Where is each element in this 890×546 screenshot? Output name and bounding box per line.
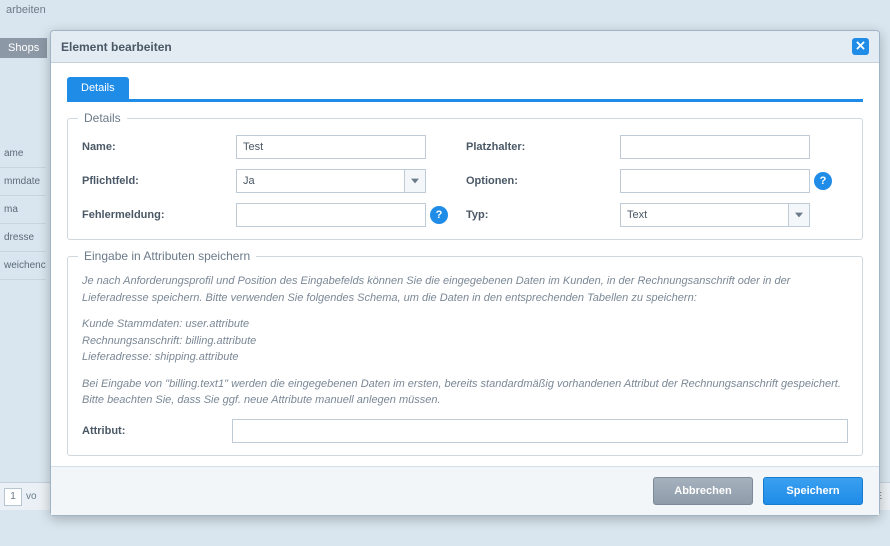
close-button[interactable]	[852, 38, 869, 55]
pflichtfeld-value[interactable]	[236, 169, 404, 193]
bg-page-prefix: vo	[26, 491, 37, 502]
optionen-input[interactable]	[620, 169, 810, 193]
typ-trigger[interactable]	[788, 203, 810, 227]
bg-top-tab: arbeiten	[0, 0, 52, 20]
help-p2: Bei Eingabe von "billing.text1" werden d…	[82, 376, 848, 409]
chevron-down-icon	[411, 175, 419, 187]
bg-sidebar: ame mmdate ma dresse weichenc	[0, 140, 46, 280]
fehlermeldung-input[interactable]	[236, 203, 426, 227]
dialog-header: Element bearbeiten	[51, 31, 879, 63]
fieldset-save-attributes: Eingabe in Attributen speichern Je nach …	[67, 256, 863, 456]
cancel-button[interactable]: Abbrechen	[653, 477, 753, 505]
help-line-user: Kunde Stammdaten: user.attribute	[82, 316, 848, 333]
name-input[interactable]	[236, 135, 426, 159]
label-attribut: Attribut:	[82, 425, 232, 437]
chevron-down-icon	[795, 209, 803, 221]
label-pflichtfeld: Pflichtfeld:	[82, 175, 232, 187]
label-typ: Typ:	[466, 209, 616, 221]
platzhalter-input[interactable]	[620, 135, 810, 159]
label-platzhalter: Platzhalter:	[466, 141, 616, 153]
label-fehlermeldung: Fehlermeldung:	[82, 209, 232, 221]
dialog-footer: Abbrechen Speichern	[51, 466, 879, 515]
help-line-shipping: Lieferadresse: shipping.attribute	[82, 349, 848, 366]
bg-sidebar-item: ma	[0, 196, 46, 224]
bg-sidebar-item: weichenc	[0, 252, 46, 280]
label-name: Name:	[82, 141, 232, 153]
pflichtfeld-combo[interactable]	[236, 169, 426, 193]
help-line-billing: Rechnungsanschrift: billing.attribute	[82, 333, 848, 350]
dialog-title: Element bearbeiten	[61, 40, 172, 54]
bg-shops-tab: Shops	[0, 38, 47, 58]
fieldset-details: Details Name: Platzhalter: Pflichtfeld:	[67, 118, 863, 240]
optionen-help-icon[interactable]: ?	[814, 172, 832, 190]
typ-value[interactable]	[620, 203, 788, 227]
help-text: Je nach Anforderungsprofil und Position …	[82, 273, 848, 409]
typ-combo[interactable]	[620, 203, 810, 227]
bg-page-number: 1	[4, 488, 22, 506]
attribut-input[interactable]	[232, 419, 848, 443]
bg-sidebar-item: dresse	[0, 224, 46, 252]
edit-element-dialog: Element bearbeiten Details Details Name:…	[50, 30, 880, 516]
fieldset-save-legend: Eingabe in Attributen speichern	[78, 249, 256, 263]
fehlermeldung-help-icon[interactable]: ?	[430, 206, 448, 224]
close-icon	[856, 41, 865, 53]
save-button[interactable]: Speichern	[763, 477, 863, 505]
label-optionen: Optionen:	[466, 175, 616, 187]
bg-sidebar-item: ame	[0, 140, 46, 168]
pflichtfeld-trigger[interactable]	[404, 169, 426, 193]
bg-sidebar-item: mmdate	[0, 168, 46, 196]
tab-bar: Details	[67, 77, 863, 102]
help-p1: Je nach Anforderungsprofil und Position …	[82, 273, 848, 306]
tab-details[interactable]: Details	[67, 77, 129, 99]
fieldset-details-legend: Details	[78, 111, 127, 125]
